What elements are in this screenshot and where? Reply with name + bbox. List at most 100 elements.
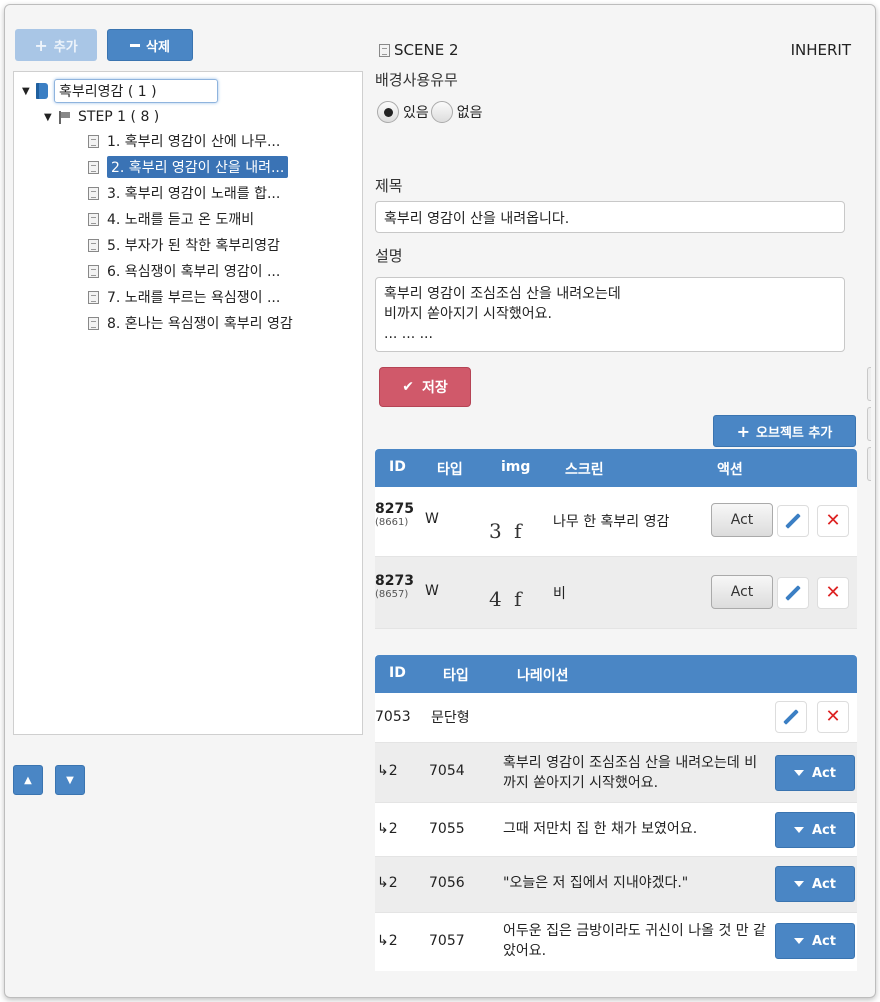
narration-level: ↳2 [377, 933, 398, 949]
narration-text: 그때 저만치 집 한 채가 보였어요. [503, 821, 698, 837]
act-dropdown-button[interactable]: Act [775, 866, 855, 902]
header-img: img [501, 459, 531, 475]
add-object-button[interactable]: + 오브젝트 추가 [713, 415, 856, 447]
narration-text: 혹부리 영감이 조심조심 산을 내려오는데 비까지 쏟아지기 시작했어요. [503, 755, 758, 791]
narration-type: 문단형 [431, 710, 470, 726]
delete-row-button[interactable]: ✕ [817, 701, 849, 733]
object-table-header: ID 타입 img 스크린 액션 [375, 449, 857, 487]
header-id: ID [389, 665, 406, 681]
document-icon [88, 212, 99, 226]
move-up-button[interactable]: ▲ [13, 765, 43, 795]
document-icon [88, 264, 99, 278]
narration-level: ↳2 [377, 763, 398, 779]
inherit-label[interactable]: INHERIT [791, 41, 851, 59]
tree-scene-item[interactable]: 5. 부자가 된 착한 혹부리영감 [88, 234, 280, 256]
side-tab[interactable] [867, 407, 871, 441]
document-icon [88, 316, 99, 330]
close-icon: ✕ [825, 706, 841, 727]
tree-root-label: 혹부리영감 ( 1 ) [54, 79, 218, 103]
table-row: 8275 (8661) W 3 f 나무 한 혹부리 영감 Act ✕ [375, 487, 857, 557]
radio-no[interactable] [430, 101, 453, 123]
object-thumbnail: 3 f [489, 519, 525, 543]
tree-scene-item[interactable]: 6. 욕심쟁이 혹부리 영감이 ... [88, 260, 280, 282]
table-row: ↳2 7057 어두운 집은 금방이라도 귀신이 나올 것 만 같았어요. Ac… [375, 913, 857, 971]
narration-text: "오늘은 저 집에서 지내야겠다." [503, 875, 689, 891]
add-button[interactable]: + 추가 [15, 29, 97, 61]
radio-yes[interactable] [377, 101, 399, 123]
move-down-button[interactable]: ▼ [55, 765, 85, 795]
act-dropdown-button[interactable]: Act [775, 923, 855, 959]
tree-step[interactable]: ▼ STEP 1 ( 8 ) [44, 106, 159, 128]
triangle-down-icon: ▼ [66, 774, 74, 786]
tree-scene-item[interactable]: 4. 노래를 듣고 온 도깨비 [88, 208, 254, 230]
narration-text: 어두운 집은 금방이라도 귀신이 나올 것 만 같았어요. [503, 923, 766, 959]
add-object-button-label: 오브젝트 추가 [756, 425, 833, 441]
tree-scene-item[interactable]: 1. 혹부리 영감이 산에 나무... [88, 130, 280, 152]
narration-table-header: ID 타입 나레이션 [375, 655, 857, 693]
tree-scene-label: 7. 노래를 부르는 욕심쟁이 ... [107, 290, 281, 306]
tree-scene-label: 2. 혹부리 영감이 산을 내려... [107, 156, 289, 178]
tree-root[interactable]: ▼ 혹부리영감 ( 1 ) [22, 79, 218, 103]
edit-button[interactable] [777, 505, 809, 537]
caret-down-icon [794, 881, 804, 887]
radio-yes-label: 있음 [403, 105, 429, 121]
object-screen: 비 [553, 586, 566, 602]
edit-button[interactable] [777, 577, 809, 609]
save-button[interactable]: ✔ 저장 [379, 367, 471, 407]
table-row: ↳2 7054 혹부리 영감이 조심조심 산을 내려오는데 비까지 쏟아지기 시… [375, 743, 857, 803]
document-icon [88, 290, 99, 304]
table-row: 7053 문단형 ✕ [375, 693, 857, 743]
object-screen: 나무 한 혹부리 영감 [553, 514, 670, 530]
minus-icon [130, 43, 141, 47]
table-row: 8273 (8657) W 4 f 비 Act ✕ [375, 557, 857, 629]
tree-scene-label: 8. 혼나는 욕심쟁이 혹부리 영감 [107, 316, 293, 332]
title-input[interactable]: 혹부리 영감이 산을 내려옵니다. [375, 201, 845, 233]
edit-button[interactable] [775, 701, 807, 733]
tree-step-label: STEP 1 ( 8 ) [78, 109, 160, 125]
object-id: 8275 (8661) [375, 501, 414, 528]
act-label: Act [812, 933, 836, 949]
tree-scene-item-selected[interactable]: 2. 혹부리 영감이 산을 내려... [88, 156, 289, 178]
narration-level: ↳2 [377, 875, 398, 891]
narration-table: ID 타입 나레이션 7053 문단형 ✕ ↳2 7054 혹부리 영감이 조심… [375, 655, 857, 971]
delete-button[interactable]: 삭제 [107, 29, 193, 61]
header-type: 타입 [437, 462, 463, 478]
tree-scene-label: 5. 부자가 된 착한 혹부리영감 [107, 238, 280, 254]
tree-scene-item[interactable]: 3. 혹부리 영감이 노래를 합... [88, 182, 280, 204]
act-button[interactable]: Act [711, 575, 773, 609]
background-usage-label: 배경사용유무 [375, 71, 458, 89]
table-row: ↳2 7056 "오늘은 저 집에서 지내야겠다." Act [375, 857, 857, 913]
triangle-up-icon: ▲ [24, 774, 32, 786]
header-action: 액션 [717, 462, 743, 478]
object-type: W [425, 583, 439, 599]
act-dropdown-button[interactable]: Act [775, 812, 855, 848]
caret-down-icon[interactable]: ▼ [22, 86, 36, 97]
close-icon: ✕ [825, 510, 841, 531]
delete-row-button[interactable]: ✕ [817, 505, 849, 537]
table-row: ↳2 7055 그때 저만치 집 한 채가 보였어요. Act [375, 803, 857, 857]
act-label: Act [812, 765, 836, 781]
description-textarea[interactable]: 혹부리 영감이 조심조심 산을 내려오는데 비까지 쏟아지기 시작했어요. ..… [375, 277, 845, 352]
act-button[interactable]: Act [711, 503, 773, 537]
tree-scene-item[interactable]: 7. 노래를 부르는 욕심쟁이 ... [88, 286, 280, 308]
pencil-icon [785, 585, 801, 601]
caret-down-icon [794, 938, 804, 944]
delete-row-button[interactable]: ✕ [817, 577, 849, 609]
tree-scene-label: 1. 혹부리 영감이 산에 나무... [107, 134, 281, 150]
side-tab[interactable] [867, 367, 871, 401]
add-button-label: 추가 [53, 39, 78, 55]
document-icon [88, 186, 99, 200]
caret-down-icon[interactable]: ▼ [44, 112, 58, 123]
tree-scene-item[interactable]: 8. 혼나는 욕심쟁이 혹부리 영감 [88, 312, 293, 334]
background-radio-group: 있음 없음 [377, 101, 483, 123]
scene-tree: ▼ 혹부리영감 ( 1 ) ▼ STEP 1 ( 8 ) 1. 혹부리 영감이 … [13, 71, 363, 735]
act-label: Act [812, 876, 836, 892]
caret-down-icon [794, 827, 804, 833]
scene-title: SCENE 2 [379, 41, 458, 59]
document-icon [88, 238, 99, 252]
act-dropdown-button[interactable]: Act [775, 755, 855, 791]
side-tab[interactable] [867, 447, 871, 481]
tree-scene-label: 3. 혹부리 영감이 노래를 합... [107, 186, 281, 202]
narration-id: 7057 [429, 933, 465, 949]
document-icon [88, 134, 99, 148]
